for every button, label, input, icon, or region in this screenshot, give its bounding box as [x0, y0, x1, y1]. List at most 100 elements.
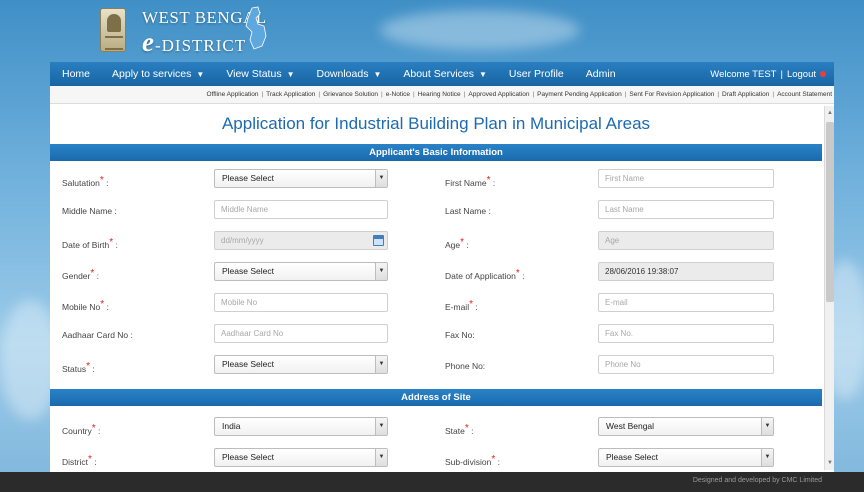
date-of-application-input: 28/06/2016 19:38:07 [598, 262, 774, 281]
form-row: Salutation* : Please Select ▼ First Name*… [50, 165, 822, 196]
nav-about-services[interactable]: About Services ▼ [403, 68, 487, 80]
scroll-up-icon[interactable]: ▲ [826, 108, 834, 118]
country-select[interactable]: India ▼ [214, 417, 388, 436]
status-select[interactable]: Please Select ▼ [214, 355, 388, 374]
subnav-payment-pending[interactable]: Payment Pending Application [537, 91, 622, 98]
state-label-text: State [445, 426, 465, 436]
mobile-label-text: Mobile No [62, 302, 101, 312]
subnav-draft-application[interactable]: Draft Application [722, 91, 769, 98]
middle-name-input[interactable]: Middle Name [214, 200, 388, 219]
subnav-separator: | [318, 91, 321, 98]
logout-icon[interactable] [820, 70, 826, 77]
dropdown-arrow-icon[interactable]: ▼ [375, 170, 387, 187]
dropdown-arrow-icon[interactable]: ▼ [375, 263, 387, 280]
age-label-text: Age [445, 240, 461, 250]
subnav-hearing-notice[interactable]: Hearing Notice [418, 91, 461, 98]
required-marker: * [486, 175, 491, 186]
nav-admin-label: Admin [585, 68, 616, 80]
salutation-select[interactable]: Please Select ▼ [214, 169, 388, 188]
email-label-text: E-mail [445, 302, 470, 312]
form-row: Aadhaar Card No : Aadhaar Card No Fax No… [50, 320, 822, 351]
subdivision-label: Sub-division* : [445, 454, 500, 467]
district-label: District* : [62, 454, 97, 467]
subnav-offline-application[interactable]: Offline Application [207, 91, 259, 98]
subnav-separator: | [412, 91, 415, 98]
age-input: Age [598, 231, 774, 250]
subnav-separator: | [463, 91, 466, 98]
subnav-sent-for-revision[interactable]: Sent For Revision Application [629, 91, 714, 98]
last-name-label: Last Name : [445, 206, 491, 216]
subnav-account-statement[interactable]: Account Statement [777, 91, 832, 98]
dropdown-arrow-icon[interactable]: ▼ [761, 449, 773, 466]
form-row: Middle Name : Middle Name Last Name : La… [50, 196, 822, 227]
dob-label: Date of Birth* : [62, 237, 118, 250]
last-name-input[interactable]: Last Name [598, 200, 774, 219]
status-value: Please Select [222, 359, 274, 369]
required-marker: * [469, 299, 473, 310]
district-select[interactable]: Please Select ▼ [214, 448, 388, 467]
salutation-value: Please Select [222, 173, 274, 183]
user-area: Welcome TEST | Logout [710, 69, 826, 80]
gender-select[interactable]: Please Select ▼ [214, 262, 388, 281]
nav-apply-to-services[interactable]: Apply to services ▼ [112, 68, 204, 80]
dropdown-arrow-icon[interactable]: ▼ [761, 418, 773, 435]
subnav-approved-application[interactable]: Approved Application [468, 91, 529, 98]
vertical-scrollbar[interactable]: ▲ ▼ [824, 106, 834, 470]
mobile-input[interactable]: Mobile No [214, 293, 388, 312]
subnav-grievance-solution[interactable]: Grievance Solution [323, 91, 378, 98]
logout-link[interactable]: Logout [787, 69, 816, 80]
nav-home[interactable]: Home [62, 68, 90, 80]
section-header-basic-info: Applicant's Basic Information [50, 144, 822, 161]
caret-down-icon: ▼ [196, 70, 205, 79]
nav-user-profile[interactable]: User Profile [509, 68, 564, 80]
subnav-separator: | [772, 91, 775, 98]
district-label-text: District [62, 457, 88, 467]
dob-input[interactable]: dd/mm/yyyy [214, 231, 388, 250]
state-select[interactable]: West Bengal ▼ [598, 417, 774, 436]
form-row: Date of Birth* : dd/mm/yyyy Age* : Age [50, 227, 822, 258]
nav-downloads[interactable]: Downloads ▼ [317, 68, 382, 80]
first-name-input[interactable]: First Name [598, 169, 774, 188]
required-marker: * [90, 268, 95, 279]
subnav-track-application[interactable]: Track Application [266, 91, 315, 98]
nav-apply-label: Apply to services [112, 68, 192, 80]
salutation-label: Salutation* : [62, 175, 109, 188]
brand-district: -DISTRICT [154, 36, 247, 55]
dropdown-arrow-icon[interactable]: ▼ [375, 449, 387, 466]
subdivision-select[interactable]: Please Select ▼ [598, 448, 774, 467]
sub-navbar: Offline Application | Track Application | … [50, 86, 834, 104]
required-marker: * [100, 299, 105, 310]
scroll-thumb[interactable] [826, 122, 834, 302]
country-value: India [222, 421, 241, 431]
required-marker: * [87, 454, 92, 465]
site-header: WEST BENGAL e-DISTRICT [0, 0, 864, 62]
nav-admin[interactable]: Admin [586, 68, 616, 80]
country-label: Country* : [62, 423, 101, 436]
phone-input[interactable]: Phone No [598, 355, 774, 374]
subnav-separator: | [624, 91, 627, 98]
state-value: West Bengal [606, 421, 655, 431]
country-label-text: Country [62, 426, 92, 436]
fax-input[interactable]: Fax No. [598, 324, 774, 343]
required-marker: * [460, 237, 465, 248]
form-row: District* : Please Select ▼ Sub-division*… [50, 444, 822, 472]
email-label: E-mail* : [445, 299, 478, 312]
brand-subtitle: e-DISTRICT [142, 27, 246, 58]
dropdown-arrow-icon[interactable]: ▼ [375, 356, 387, 373]
state-emblem-icon [100, 8, 126, 52]
caret-down-icon: ▼ [373, 70, 382, 79]
dob-label-text: Date of Birth [62, 240, 110, 250]
scroll-down-icon[interactable]: ▼ [826, 458, 834, 468]
email-input[interactable]: E-mail [598, 293, 774, 312]
nav-user-profile-label: User Profile [508, 68, 564, 80]
dropdown-arrow-icon[interactable]: ▼ [375, 418, 387, 435]
subnav-e-notice[interactable]: e-Notice [386, 91, 410, 98]
nav-view-status[interactable]: View Status ▼ [226, 68, 294, 80]
aadhaar-input[interactable]: Aadhaar Card No [214, 324, 388, 343]
site-footer: Designed and developed by CMC Limited [0, 472, 864, 492]
required-marker: * [515, 268, 520, 279]
fax-label: Fax No: [445, 330, 475, 340]
first-name-label-text: First Name [445, 178, 487, 188]
required-marker: * [491, 454, 496, 465]
calendar-icon[interactable] [373, 235, 384, 246]
